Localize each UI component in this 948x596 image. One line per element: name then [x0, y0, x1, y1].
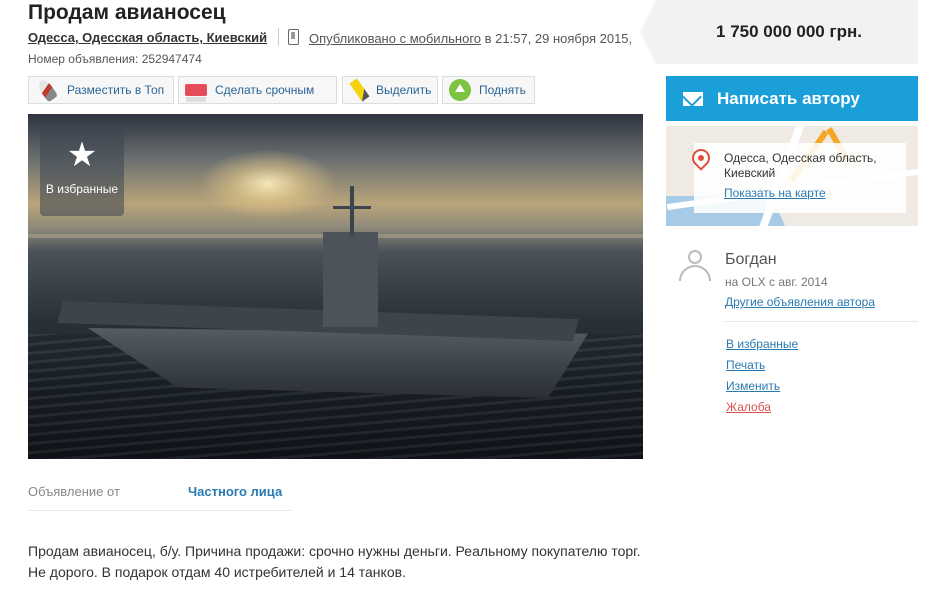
ad-number: Номер объявления: 252947474: [28, 52, 202, 66]
location-map[interactable]: Одесса, Одесская область, Киевский Показ…: [666, 126, 918, 226]
published-time: в 21:57, 29 ноября 2015,: [481, 31, 633, 46]
map-address-card: Одесса, Одесская область, Киевский Показ…: [688, 143, 906, 213]
lift-up-button[interactable]: Поднять: [442, 76, 535, 104]
write-author-button[interactable]: Написать автору: [666, 76, 918, 121]
add-to-favorites-button[interactable]: ★ В избранные: [40, 126, 124, 216]
author-name: Богдан: [725, 251, 777, 268]
divider: [28, 510, 292, 511]
write-author-label: Написать автору: [717, 88, 860, 108]
highlight-button[interactable]: Выделить: [342, 76, 438, 104]
mobile-phone-icon: [288, 29, 299, 45]
photo-carrier-mast: [350, 186, 354, 236]
seller-type-label: Объявление от: [28, 484, 120, 499]
envelope-icon: [683, 91, 703, 106]
map-pin-icon: [688, 145, 714, 171]
user-avatar-icon: [676, 250, 714, 282]
price: 1 750 000 000 грн.: [716, 22, 862, 41]
published-mobile-link[interactable]: Опубликовано с мобильного: [309, 31, 481, 46]
photo-sunlight: [198, 149, 338, 219]
complaint-link[interactable]: Жалоба: [726, 400, 771, 414]
favorites-label: В избранные: [45, 182, 119, 196]
ad-description: Продам авианосец, б/у. Причина продажи: …: [28, 543, 641, 580]
promote-top-label: Разместить в Топ: [67, 83, 165, 97]
location-link[interactable]: Одесса, Одесская область, Киевский: [28, 30, 267, 45]
urgent-tag-icon: [185, 84, 207, 102]
other-ads-link[interactable]: Другие объявления автора: [725, 295, 875, 309]
star-icon: ★: [66, 136, 98, 174]
photo-carrier-island: [323, 232, 378, 327]
page-title: Продам авианосец: [28, 1, 226, 24]
favorites-link[interactable]: В избранные: [726, 337, 798, 351]
rocket-icon: [35, 77, 59, 103]
divider: [278, 28, 279, 46]
divider: [725, 321, 918, 322]
edit-link[interactable]: Изменить: [726, 379, 780, 393]
lift-up-icon: [449, 79, 471, 101]
lift-up-label: Поднять: [479, 83, 526, 97]
highlighter-icon: [349, 78, 370, 102]
published-info: Опубликовано с мобильного в 21:57, 29 но…: [309, 31, 632, 46]
print-link[interactable]: Печать: [726, 358, 765, 372]
seller-type-value[interactable]: Частного лица: [188, 484, 282, 499]
map-address: Одесса, Одесская область, Киевский: [724, 151, 877, 180]
make-urgent-button[interactable]: Сделать срочным: [178, 76, 337, 104]
promote-top-button[interactable]: Разместить в Топ: [28, 76, 174, 104]
show-on-map-link[interactable]: Показать на карте: [724, 186, 826, 200]
author-since: на OLX с авг. 2014: [725, 275, 828, 289]
highlight-label: Выделить: [376, 83, 432, 97]
photo-carrier-yard: [333, 206, 371, 209]
make-urgent-label: Сделать срочным: [215, 83, 315, 97]
